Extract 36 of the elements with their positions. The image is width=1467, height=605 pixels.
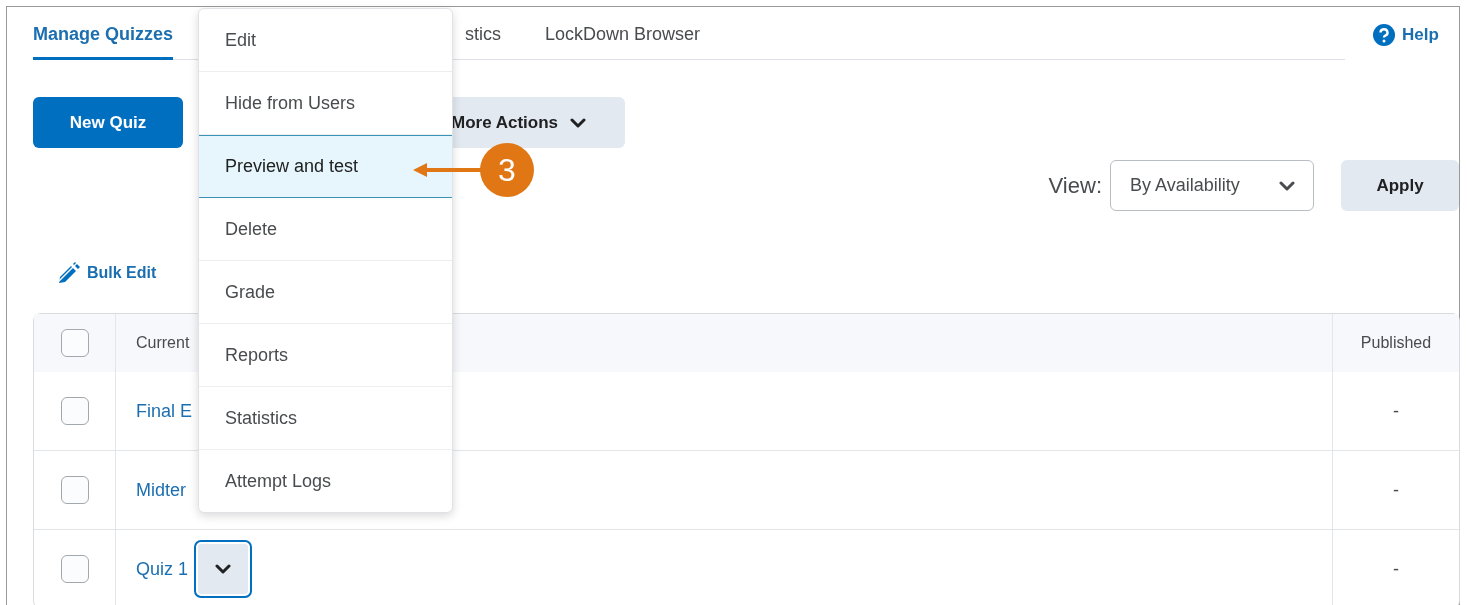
menu-item[interactable]: Attempt Logs bbox=[199, 450, 452, 512]
new-quiz-button[interactable]: New Quiz bbox=[33, 97, 183, 148]
published-value: - bbox=[1393, 558, 1399, 579]
quiz-link[interactable]: Midter bbox=[136, 479, 186, 501]
view-label: View: bbox=[1048, 172, 1102, 199]
view-dropdown[interactable]: By Availability bbox=[1110, 160, 1314, 211]
actions-menu-button[interactable] bbox=[194, 540, 253, 598]
published-value: - bbox=[1393, 479, 1399, 500]
tab[interactable]: stics bbox=[465, 7, 502, 60]
column-header: Current bbox=[136, 334, 190, 351]
quiz-link[interactable]: Final E bbox=[136, 400, 193, 422]
chevron-down-icon bbox=[1279, 180, 1295, 191]
quiz-link[interactable]: Quiz 1 bbox=[136, 558, 189, 580]
chevron-down-icon bbox=[215, 564, 232, 574]
step-badge: 3 bbox=[480, 143, 534, 197]
tab[interactable]: Manage Quizzes bbox=[33, 7, 174, 60]
published-value: - bbox=[1393, 400, 1399, 421]
checkbox[interactable] bbox=[60, 476, 89, 504]
menu-item[interactable]: Grade bbox=[199, 261, 452, 324]
tab[interactable]: LockDown Browser bbox=[545, 7, 701, 60]
help-icon bbox=[1373, 23, 1395, 46]
checkbox[interactable] bbox=[60, 329, 89, 357]
help-link[interactable]: Help bbox=[1373, 7, 1439, 60]
menu-item[interactable]: Preview and test bbox=[199, 135, 452, 198]
bulk-edit-link[interactable]: Bulk Edit bbox=[57, 262, 157, 284]
arrow bbox=[412, 160, 482, 180]
pencil-icon bbox=[57, 262, 81, 284]
menu-item[interactable]: Delete bbox=[199, 198, 452, 261]
column-header: Published bbox=[1360, 334, 1432, 351]
menu-item[interactable]: Reports bbox=[199, 324, 452, 387]
menu-item[interactable]: Statistics bbox=[199, 387, 452, 450]
menu-item[interactable]: Edit bbox=[199, 9, 452, 72]
apply-button[interactable]: Apply bbox=[1341, 160, 1459, 211]
chevron-down-icon bbox=[570, 117, 587, 128]
checkbox[interactable] bbox=[60, 397, 89, 425]
checkbox[interactable] bbox=[60, 555, 89, 583]
